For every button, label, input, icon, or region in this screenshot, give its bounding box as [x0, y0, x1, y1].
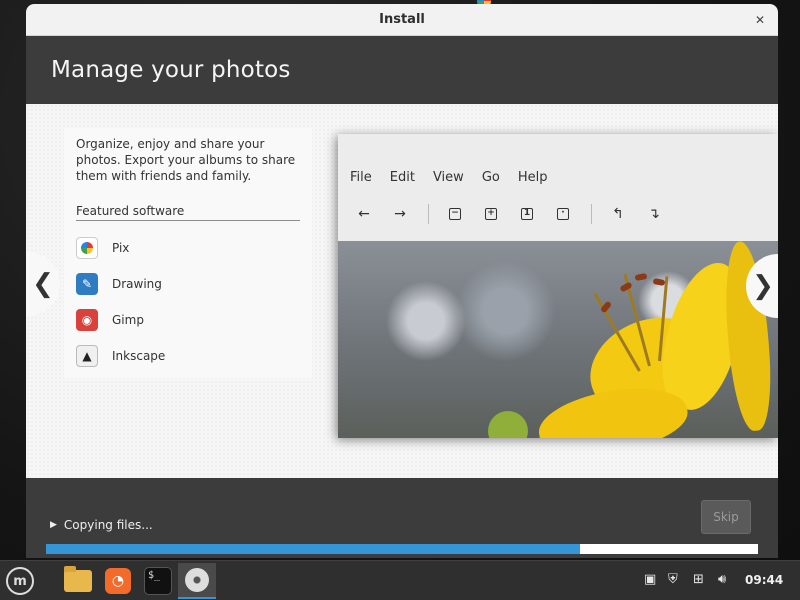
shield-icon[interactable]: ⛨	[668, 572, 678, 587]
network-icon[interactable]: ⊞	[693, 572, 704, 587]
app-item-pix[interactable]: Pix	[76, 230, 165, 266]
installer-task-button[interactable]	[178, 563, 216, 599]
app-item-drawing[interactable]: ✎ Drawing	[76, 266, 165, 302]
inkscape-icon: ▲	[76, 345, 98, 367]
zoom-in-icon: +	[479, 204, 503, 224]
terminal-icon: $_	[144, 567, 172, 595]
expander-arrow-icon: ▶	[50, 520, 57, 530]
mint-logo-icon: m	[6, 567, 34, 595]
close-icon[interactable]: ✕	[752, 12, 768, 28]
firefox-launcher[interactable]: ◔	[102, 565, 134, 597]
arrow-left-icon: ←	[358, 206, 370, 222]
featured-software-heading: Featured software	[76, 204, 300, 221]
app-label: Pix	[112, 241, 130, 255]
preview-menu-file: File	[350, 170, 372, 185]
firefox-icon: ◔	[105, 568, 131, 594]
app-label: Inkscape	[112, 349, 166, 363]
gimp-icon: ◉	[76, 309, 98, 331]
app-item-inkscape[interactable]: ▲ Inkscape	[76, 338, 165, 374]
toolbar-separator	[591, 204, 592, 224]
notifications-icon[interactable]: ▣	[644, 572, 656, 587]
slide-header: Manage your photos	[26, 36, 778, 104]
preview-toolbar: ← → − + 1 · ↰ ↴	[352, 204, 678, 224]
preview-menu-view: View	[432, 170, 464, 185]
preview-menubar: File Edit View Go Help	[338, 170, 553, 185]
app-label: Gimp	[112, 313, 144, 327]
start-menu-button[interactable]: m	[4, 565, 36, 597]
toolbar-separator	[428, 204, 429, 224]
files-launcher[interactable]	[62, 565, 94, 597]
progress-bar-fill	[46, 544, 580, 554]
rotate-right-icon: ↴	[648, 206, 660, 222]
clock[interactable]: 09:44	[745, 573, 783, 587]
window-titlebar[interactable]: Install ✕	[26, 4, 778, 36]
rotate-left-icon: ↰	[612, 206, 624, 222]
disc-icon	[185, 568, 209, 592]
featured-app-list: Pix ✎ Drawing ◉ Gimp ▲ Inkscape	[76, 230, 165, 374]
drawing-icon: ✎	[76, 273, 98, 295]
volume-icon[interactable]: 🔊︎	[718, 572, 726, 587]
app-preview-screenshot: File Edit View Go Help ← → − + 1 · ↰ ↴	[338, 134, 778, 438]
pix-icon	[76, 237, 98, 259]
preview-menu-go: Go	[481, 170, 500, 185]
progress-bar	[46, 544, 758, 554]
installer-window: Install ✕ Manage your photos Organize, e…	[26, 4, 778, 558]
zoom-actual-icon: 1	[515, 204, 539, 224]
taskbar: m ◔ $_ ▣ ⛨ ⊞ 🔊︎ 09:44	[0, 560, 800, 600]
preview-menu-help: Help	[517, 170, 548, 185]
preview-menu-edit: Edit	[389, 170, 415, 185]
progress-section: ▶ Copying files... Skip	[26, 478, 778, 558]
slide-title: Manage your photos	[51, 57, 291, 83]
zoom-out-icon: −	[443, 204, 467, 224]
skip-button[interactable]: Skip	[701, 500, 751, 534]
terminal-launcher[interactable]: $_	[142, 565, 174, 597]
lily-photo	[338, 239, 778, 438]
zoom-fit-icon: ·	[551, 204, 575, 224]
slide-description: Organize, enjoy and share your photos. E…	[76, 137, 296, 183]
arrow-right-icon: →	[394, 206, 406, 222]
window-title: Install	[379, 12, 425, 27]
folder-icon	[64, 566, 92, 592]
app-item-gimp[interactable]: ◉ Gimp	[76, 302, 165, 338]
status-expander[interactable]: ▶ Copying files...	[50, 518, 153, 532]
app-label: Drawing	[112, 277, 162, 291]
status-text: Copying files...	[63, 518, 153, 532]
